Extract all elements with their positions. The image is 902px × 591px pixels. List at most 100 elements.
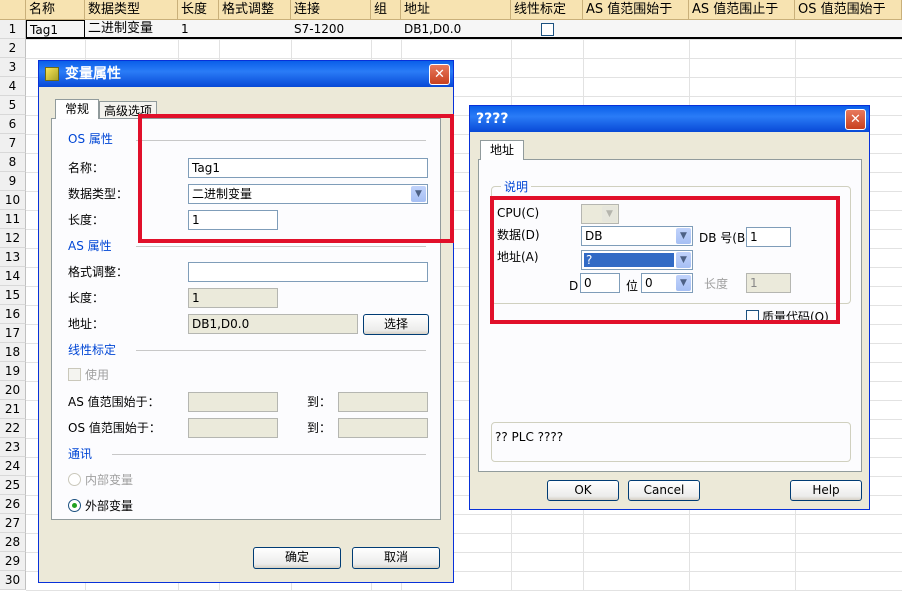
row-number[interactable]: 24 [0, 457, 26, 476]
as-range-label: AS 值范围始于： [68, 395, 160, 409]
row-number[interactable]: 27 [0, 514, 26, 533]
ok-button[interactable]: 确定 [253, 547, 341, 569]
row-number[interactable]: 5 [0, 96, 26, 115]
divider [112, 454, 426, 455]
row-number[interactable]: 13 [0, 248, 26, 267]
col-header-as-start[interactable]: AS 值范围始于 [583, 0, 689, 20]
row-number[interactable]: 12 [0, 229, 26, 248]
col-header-group[interactable]: 组 [371, 0, 401, 20]
as-length-label: 长度： [68, 291, 105, 305]
row-number[interactable]: 26 [0, 495, 26, 514]
row-number[interactable]: 22 [0, 419, 26, 438]
row-number[interactable]: 1 [0, 20, 26, 39]
status-text: ?? PLC ???? [495, 430, 564, 444]
col-header-name[interactable]: 名称 [26, 0, 85, 20]
cell-linear-checkbox[interactable] [541, 23, 554, 36]
close-button[interactable]: ✕ [429, 64, 450, 85]
select-button[interactable]: 选择 [363, 314, 429, 335]
external-tag-label: 外部变量 [85, 499, 134, 513]
cancel-button[interactable]: Cancel [628, 480, 700, 501]
table-corner [0, 0, 26, 20]
description-group-heading: 说明 [501, 180, 532, 194]
row-number[interactable]: 15 [0, 286, 26, 305]
format-input[interactable] [188, 262, 428, 282]
internal-tag-label: 内部变量 [85, 473, 134, 487]
row-number[interactable]: 17 [0, 324, 26, 343]
row-number[interactable]: 23 [0, 438, 26, 457]
use-label: 使用 [85, 368, 110, 382]
row-number[interactable]: 28 [0, 533, 26, 552]
cell-connection[interactable]: S7-1200 [291, 20, 371, 39]
as-length-input[interactable]: 1 [188, 288, 278, 308]
comm-group-heading: 通讯 [68, 447, 93, 461]
row-number[interactable]: 6 [0, 115, 26, 134]
row-number[interactable]: 14 [0, 267, 26, 286]
data-type-label: 数据类型： [68, 187, 129, 201]
row-number[interactable]: 8 [0, 153, 26, 172]
address-label: 地址： [68, 317, 105, 331]
col-header-length[interactable]: 长度 [178, 0, 219, 20]
name-label: 名称： [68, 161, 105, 175]
cell-type[interactable]: 二进制变量 [85, 20, 178, 39]
col-header-address[interactable]: 地址 [401, 0, 511, 20]
cancel-button[interactable]: 取消 [352, 547, 440, 569]
os-range-to-label: 到： [307, 421, 332, 435]
divider [136, 350, 426, 351]
col-header-as-end[interactable]: AS 值范围止于 [689, 0, 795, 20]
close-button[interactable]: ✕ [845, 109, 866, 130]
row-number[interactable]: 29 [0, 552, 26, 571]
os-range-start-input[interactable] [188, 418, 278, 438]
col-header-type[interactable]: 数据类型 [85, 0, 178, 20]
linear-group-heading: 线性标定 [68, 343, 117, 357]
as-group-heading: AS 属性 [68, 239, 112, 253]
row-number[interactable]: 18 [0, 343, 26, 362]
cube-icon [45, 67, 59, 81]
grid-line [26, 39, 902, 40]
row-number[interactable]: 11 [0, 210, 26, 229]
help-button[interactable]: Help [790, 480, 862, 501]
as-range-to-label: 到： [307, 395, 332, 409]
row-number[interactable]: 19 [0, 362, 26, 381]
dialog-titlebar[interactable]: 变量属性 ✕ [39, 61, 453, 87]
ok-button[interactable]: OK [547, 480, 619, 501]
row-number[interactable]: 4 [0, 77, 26, 96]
use-checkbox[interactable] [68, 368, 81, 381]
dialog-titlebar[interactable]: ???? ✕ [470, 106, 869, 132]
row-number[interactable]: 30 [0, 571, 26, 590]
close-icon: ✕ [434, 67, 445, 82]
highlight-box [490, 196, 840, 324]
external-tag-radio[interactable] [68, 499, 81, 512]
tab-general[interactable]: 常规 [55, 99, 99, 119]
col-header-connection[interactable]: 连接 [291, 0, 371, 20]
row-number[interactable]: 25 [0, 476, 26, 495]
highlight-box [138, 114, 454, 243]
row-number[interactable]: 21 [0, 400, 26, 419]
divider [136, 246, 426, 247]
dialog-title: ???? [476, 111, 509, 127]
format-label: 格式调整： [68, 265, 129, 279]
row-number[interactable]: 10 [0, 191, 26, 210]
length-label: 长度： [68, 213, 105, 227]
col-header-format[interactable]: 格式调整 [219, 0, 291, 20]
row-number[interactable]: 2 [0, 39, 26, 58]
row-number[interactable]: 16 [0, 305, 26, 324]
col-header-os-start[interactable]: OS 值范围始于 [795, 0, 902, 20]
row-number[interactable]: 7 [0, 134, 26, 153]
as-range-end-input[interactable] [338, 392, 428, 412]
cell-length[interactable]: 1 [178, 20, 219, 39]
row-number[interactable]: 20 [0, 381, 26, 400]
col-header-linear[interactable]: 线性标定 [511, 0, 583, 20]
address-input[interactable]: DB1,D0.0 [188, 314, 358, 334]
grid-line [26, 58, 902, 59]
row-number[interactable]: 9 [0, 172, 26, 191]
as-range-start-input[interactable] [188, 392, 278, 412]
os-range-label: OS 值范围始于： [68, 421, 161, 435]
os-range-end-input[interactable] [338, 418, 428, 438]
cell-name[interactable]: Tag1 [26, 20, 85, 39]
close-icon: ✕ [850, 112, 861, 127]
dialog-title: 变量属性 [65, 66, 121, 82]
internal-tag-radio[interactable] [68, 473, 81, 486]
cell-address[interactable]: DB1,D0.0 [401, 20, 511, 39]
tab-address[interactable]: 地址 [480, 140, 524, 160]
row-number[interactable]: 3 [0, 58, 26, 77]
